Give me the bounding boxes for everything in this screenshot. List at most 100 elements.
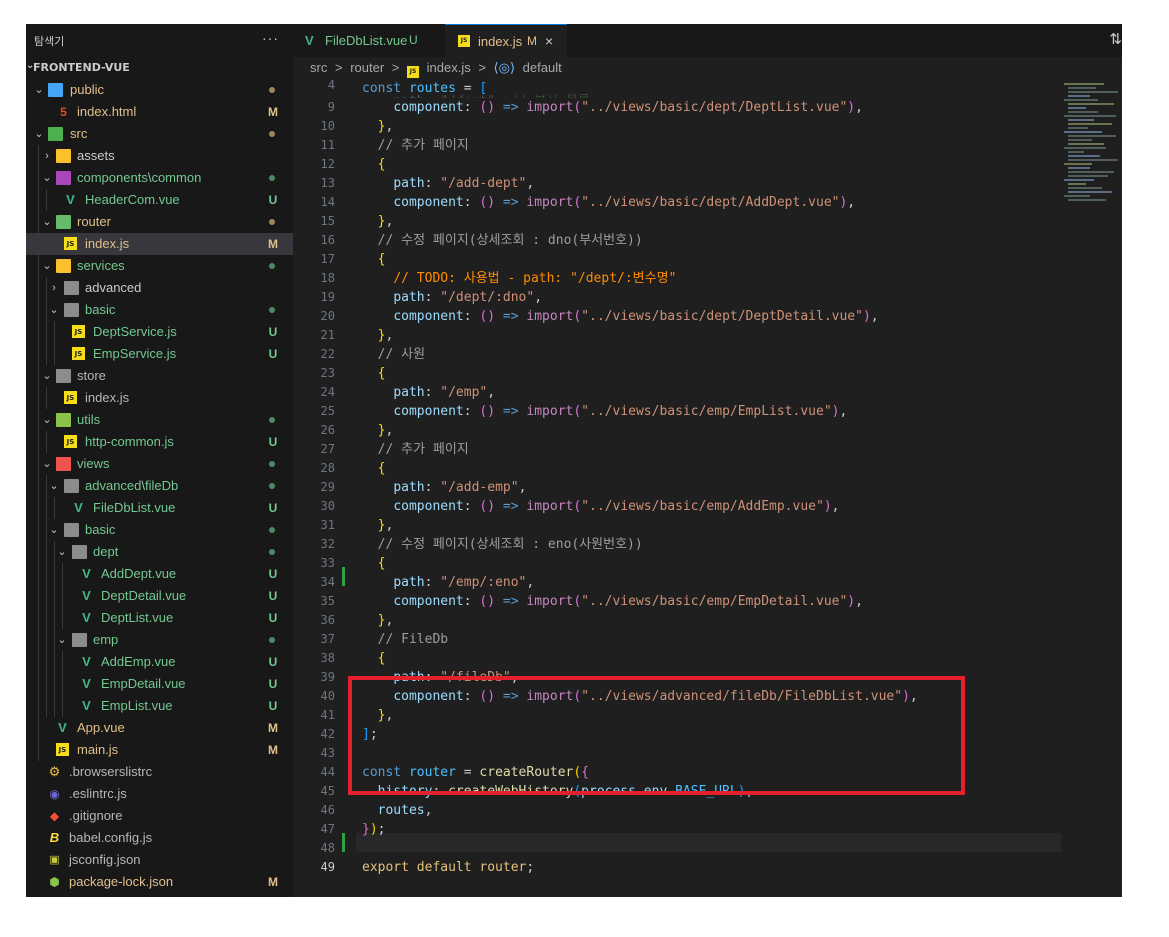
line-number: 32 — [320, 537, 335, 551]
tab-index-js[interactable]: JS index.js M × — [445, 24, 567, 57]
tab-filedblist-vue[interactable]: V FileDbList.vue U — [293, 24, 445, 57]
compare-changes-icon[interactable]: ⇅ — [1109, 30, 1122, 48]
tree-item-store-folder[interactable]: ⌄ store — [26, 365, 293, 387]
tree-item-emplist-vue[interactable]: V EmpList.vue U — [26, 695, 293, 717]
tree-item-src-folder[interactable]: ⌄ src — [26, 123, 293, 145]
indent-guide — [38, 651, 39, 673]
js-file-icon: JS — [56, 743, 69, 756]
code-line: }, — [377, 613, 394, 628]
code-line: path: "/dept/:dno", — [393, 290, 543, 305]
js-file-icon: JS — [72, 325, 85, 338]
tree-item-index-html[interactable]: 5 index.html M — [26, 101, 293, 123]
line-number: 22 — [320, 347, 335, 361]
tree-item-services-basic-folder[interactable]: ⌄ basic — [26, 299, 293, 321]
tree-item-router-folder[interactable]: ⌄ router — [26, 211, 293, 233]
more-actions-button[interactable]: ··· — [262, 30, 279, 46]
minimap[interactable] — [1062, 79, 1122, 219]
tree-item-public-folder[interactable]: ⌄ public — [26, 79, 293, 101]
indent-guide — [38, 541, 39, 563]
line-number: 12 — [320, 157, 335, 171]
tree-item-store-index-js[interactable]: JS index.js — [26, 387, 293, 409]
tree-item-services-advanced-folder[interactable]: › advanced — [26, 277, 293, 299]
tree-item-empdetail-vue[interactable]: V EmpDetail.vue U — [26, 673, 293, 695]
line-number: 43 — [320, 746, 335, 760]
indent-guide — [62, 563, 63, 585]
git-status-badge: U — [268, 699, 278, 713]
breadcrumb-item-src[interactable]: src — [310, 60, 327, 75]
tree-item-app-vue[interactable]: V App.vue M — [26, 717, 293, 739]
breadcrumb-item-file[interactable]: index.js — [427, 60, 471, 75]
git-status-badge: U — [268, 567, 278, 581]
line-number: 38 — [320, 651, 335, 665]
tree-item-views-folder[interactable]: ⌄ views — [26, 453, 293, 475]
tree-item-headercom-vue[interactable]: V HeaderCom.vue U — [26, 189, 293, 211]
tree-item-filedblist-vue[interactable]: V FileDbList.vue U — [26, 497, 293, 519]
tree-item-label: App.vue — [77, 720, 125, 735]
minimap-line — [1068, 183, 1086, 185]
git-status-badge: M — [268, 237, 278, 251]
code-editor[interactable]: 4 9 10 11 12 13 14 15 16 17 18 19 20 21 22 23 24 25 26 27 28… — [293, 79, 1062, 897]
tree-item-assets-folder[interactable]: › assets — [26, 145, 293, 167]
tree-item-views-basic-folder[interactable]: ⌄ basic — [26, 519, 293, 541]
explorer-sidebar: 탐색기 ··· ⌄ FRONTEND-VUE ⌄ public 5 index.… — [26, 24, 293, 897]
chevron-down-icon: ⌄ — [42, 216, 52, 228]
code-line: }, — [377, 214, 394, 229]
tree-item-deptservice-js[interactable]: JS DeptService.js U — [26, 321, 293, 343]
tree-item-router-index-js[interactable]: JS index.js M — [26, 233, 293, 255]
line-number: 41 — [320, 708, 335, 722]
indent-guide — [38, 189, 39, 211]
tree-item-emp-folder[interactable]: ⌄ emp — [26, 629, 293, 651]
minimap-line — [1068, 127, 1088, 129]
tree-item-services-folder[interactable]: ⌄ services — [26, 255, 293, 277]
line-number: 17 — [320, 252, 335, 266]
line-number: 19 — [320, 290, 335, 304]
breadcrumb: src > router > JS index.js > ⟨◎⟩ default — [310, 60, 566, 78]
line-number: 25 — [320, 404, 335, 418]
indent-guide — [38, 255, 39, 277]
tree-item-label: jsconfig.json — [69, 852, 141, 867]
tree-item-adddept-vue[interactable]: V AddDept.vue U — [26, 563, 293, 585]
tree-item-components-folder[interactable]: ⌄ components\common — [26, 167, 293, 189]
tree-item-addemp-vue[interactable]: V AddEmp.vue U — [26, 651, 293, 673]
tree-item-utils-folder[interactable]: ⌄ utils — [26, 409, 293, 431]
tree-item-package-lock-json[interactable]: ⬢ package-lock.json M — [26, 871, 293, 893]
vue-file-icon: V — [74, 500, 83, 515]
indent-guide — [46, 299, 47, 321]
tree-item-jsconfig-json[interactable]: ▣ jsconfig.json — [26, 849, 293, 871]
folder-open-icon — [72, 545, 87, 559]
chevron-right-icon: › — [52, 282, 56, 294]
chevron-right-icon: > — [391, 60, 400, 75]
js-file-icon: JS — [64, 237, 77, 250]
line-number: 4 — [327, 79, 335, 92]
tree-item-main-js[interactable]: JS main.js M — [26, 739, 293, 761]
indent-guide — [46, 607, 47, 629]
tree-item-label: AddDept.vue — [101, 566, 177, 581]
line-number: 28 — [320, 461, 335, 475]
vue-file-icon: V — [66, 192, 75, 207]
tree-item-label: assets — [77, 148, 115, 163]
tree-item-deptlist-vue[interactable]: V DeptList.vue U — [26, 607, 293, 629]
minimap-line — [1068, 151, 1084, 153]
git-status-badge: U — [268, 611, 278, 625]
tree-item-empservice-js[interactable]: JS EmpService.js U — [26, 343, 293, 365]
tree-item-babel-config-js[interactable]: B babel.config.js — [26, 827, 293, 849]
line-number: 35 — [320, 594, 335, 608]
indent-guide — [38, 167, 39, 189]
tree-item-http-common-js[interactable]: JS http-common.js U — [26, 431, 293, 453]
close-icon[interactable]: × — [545, 25, 553, 58]
folder-open-icon — [72, 633, 87, 647]
tree-item-label: components\common — [77, 170, 202, 185]
js-file-icon: JS — [64, 391, 77, 404]
breadcrumb-item-router[interactable]: router — [350, 60, 384, 75]
tree-item-deptdetail-vue[interactable]: V DeptDetail.vue U — [26, 585, 293, 607]
breadcrumb-item-symbol[interactable]: default — [523, 60, 562, 75]
tree-item-views-advanced-folder[interactable]: ⌄ advanced\fileDb — [26, 475, 293, 497]
tree-item-browserslistrc[interactable]: ⚙ .browserslistrc — [26, 761, 293, 783]
indent-guide — [46, 695, 47, 717]
tree-item-gitignore[interactable]: ◆ .gitignore — [26, 805, 293, 827]
project-section-header[interactable]: ⌄ FRONTEND-VUE — [26, 58, 293, 78]
minimap-line — [1064, 131, 1102, 133]
tree-item-dept-folder[interactable]: ⌄ dept — [26, 541, 293, 563]
vue-file-icon: V — [82, 698, 91, 713]
tree-item-eslintrc-js[interactable]: ◉ .eslintrc.js — [26, 783, 293, 805]
